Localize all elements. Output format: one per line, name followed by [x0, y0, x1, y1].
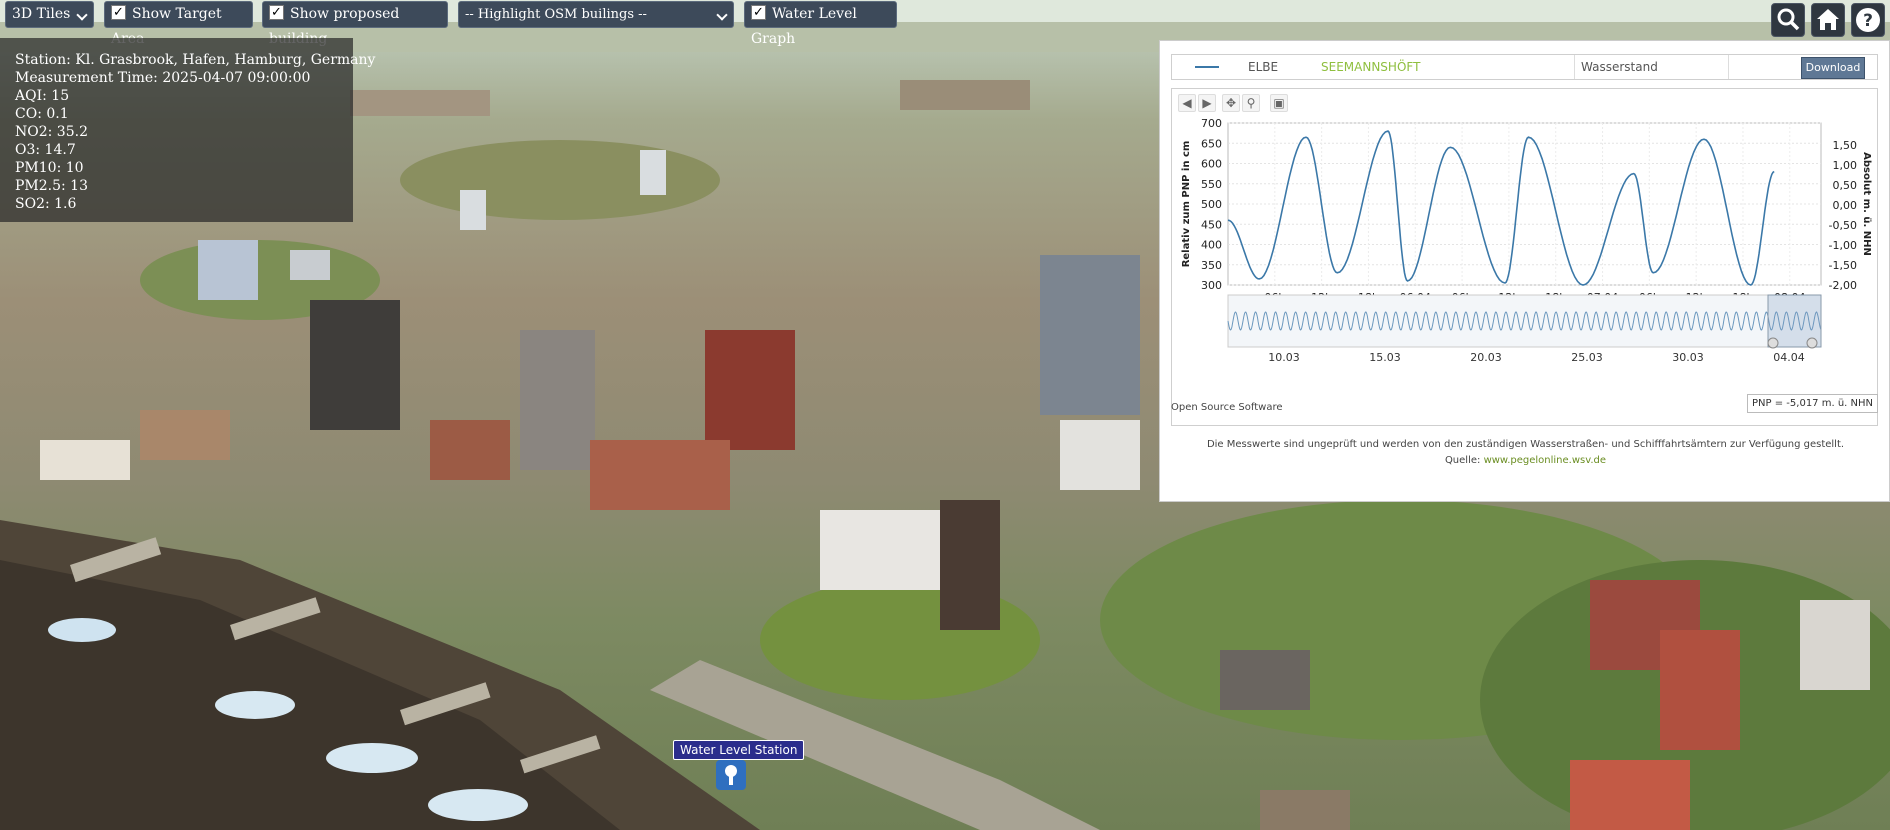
y2-tick-label: 1,50	[1833, 139, 1858, 152]
air-quality-info-panel: Station: Kl. Grasbrook, Hafen, Hamburg, …	[0, 38, 376, 222]
gauge-pin-icon	[725, 765, 737, 785]
series-line-icon	[1195, 66, 1219, 68]
checkbox-checked-icon[interactable]	[751, 0, 766, 25]
chart-container: ◀ ▶ ✥ ⚲ ▣ 700 650 600 550 500 450 400 350 300 1,5…	[1171, 88, 1878, 426]
y-axis-label: Relativ zum PNP in cm	[1181, 141, 1192, 268]
source-label: Quelle:	[1444, 455, 1481, 466]
y2-tick-label: -2,00	[1829, 279, 1857, 292]
so2-value: SO2: 1.6	[15, 196, 77, 212]
disclaimer: Die Messwerte sind ungeprüft und werden …	[1160, 437, 1890, 469]
y-tick-label: 350	[1201, 259, 1222, 272]
show-proposed-building-toggle[interactable]: Show proposed building	[262, 0, 448, 47]
y-tick-label: 450	[1201, 218, 1222, 231]
navigator-tick-label: 20.03	[1470, 351, 1502, 364]
chevron-down-icon	[76, 9, 88, 21]
water-level-station-marker[interactable]	[716, 760, 746, 790]
y2-axis-label: Absolut m. ü. NHN	[1861, 152, 1872, 256]
navigator-tick-label: 15.03	[1369, 351, 1401, 364]
water-level-chart[interactable]: 700 650 600 550 500 450 400 350 300 1,50 1,00 0,50 0…	[1172, 89, 1877, 425]
y2-tick-label: -1,00	[1829, 239, 1857, 252]
y2-tick-label: -0,50	[1829, 219, 1857, 232]
search-icon	[1777, 8, 1800, 31]
water-level-station-label[interactable]: Water Level Station	[673, 740, 805, 760]
source-link[interactable]: www.pegelonline.wsv.de	[1484, 455, 1606, 466]
show-target-area-toggle[interactable]: Show Target Area	[104, 0, 253, 47]
y-tick-label: 700	[1201, 117, 1222, 130]
y2-tick-label: 0,00	[1833, 199, 1858, 212]
aqi-value: AQI: 15	[15, 88, 70, 104]
pnp-note: PNP = -5,017 m. ü. NHN	[1747, 394, 1878, 413]
y-tick-label: 650	[1201, 137, 1222, 150]
highlight-osm-select[interactable]: -- Highlight OSM builings --	[458, 1, 734, 28]
y-tick-label: 300	[1201, 279, 1222, 292]
y-tick-label: 600	[1201, 158, 1222, 171]
home-button[interactable]	[1811, 3, 1845, 37]
highlight-osm-select-value: -- Highlight OSM builings --	[465, 7, 647, 22]
pm25-value: PM2.5: 13	[15, 178, 89, 194]
station-name: Station: Kl. Grasbrook, Hafen, Hamburg, …	[15, 52, 376, 68]
o3-value: O3: 14.7	[15, 142, 76, 158]
help-icon: ?	[1856, 8, 1880, 32]
gauge-header: ELBE SEEMANNSHÖFT Wasserstand Download	[1171, 54, 1878, 80]
navigator-tick-label: 25.03	[1571, 351, 1603, 364]
navigator	[1227, 294, 1822, 348]
download-button[interactable]: Download	[1801, 57, 1865, 79]
y2-tick-label: -1,50	[1829, 259, 1857, 272]
measure-type: Wasserstand	[1581, 60, 1658, 74]
co-value: CO: 0.1	[15, 106, 69, 122]
navigator-handle	[1767, 337, 1779, 349]
river-name: ELBE	[1248, 60, 1279, 74]
pm10-value: PM10: 10	[15, 160, 84, 176]
home-icon	[1817, 9, 1839, 30]
layer-select[interactable]: 3D Tiles	[5, 1, 94, 28]
water-level-graph-toggle[interactable]: Water Level Graph	[744, 0, 897, 47]
navigator-handle	[1806, 337, 1818, 349]
checkbox-checked-icon[interactable]	[269, 0, 284, 25]
measurement-time: Measurement Time: 2025-04-07 09:00:00	[15, 70, 311, 86]
chevron-down-icon	[716, 9, 728, 21]
checkbox-checked-icon[interactable]	[111, 0, 126, 25]
y2-tick-label: 0,50	[1833, 179, 1858, 192]
help-button[interactable]: ?	[1851, 3, 1885, 37]
navigator-tick-label: 04.04	[1773, 351, 1805, 364]
y-tick-label: 400	[1201, 239, 1222, 252]
y-tick-label: 500	[1201, 198, 1222, 211]
search-button[interactable]	[1771, 3, 1805, 37]
navigator-tick-label: 30.03	[1672, 351, 1704, 364]
no2-value: NO2: 35.2	[15, 124, 88, 140]
station-link[interactable]: SEEMANNSHÖFT	[1321, 60, 1420, 74]
layer-select-value: 3D Tiles	[12, 6, 71, 22]
navigator-tick-label: 10.03	[1268, 351, 1300, 364]
y2-tick-label: 1,00	[1833, 159, 1858, 172]
open-source-label: Open Source Software	[1171, 402, 1283, 413]
water-level-panel: ELBE SEEMANNSHÖFT Wasserstand Download ◀…	[1159, 40, 1890, 502]
svg-text:?: ?	[1863, 11, 1873, 31]
y-tick-label: 550	[1201, 178, 1222, 191]
disclaimer-text: Die Messwerte sind ungeprüft und werden …	[1206, 439, 1845, 450]
